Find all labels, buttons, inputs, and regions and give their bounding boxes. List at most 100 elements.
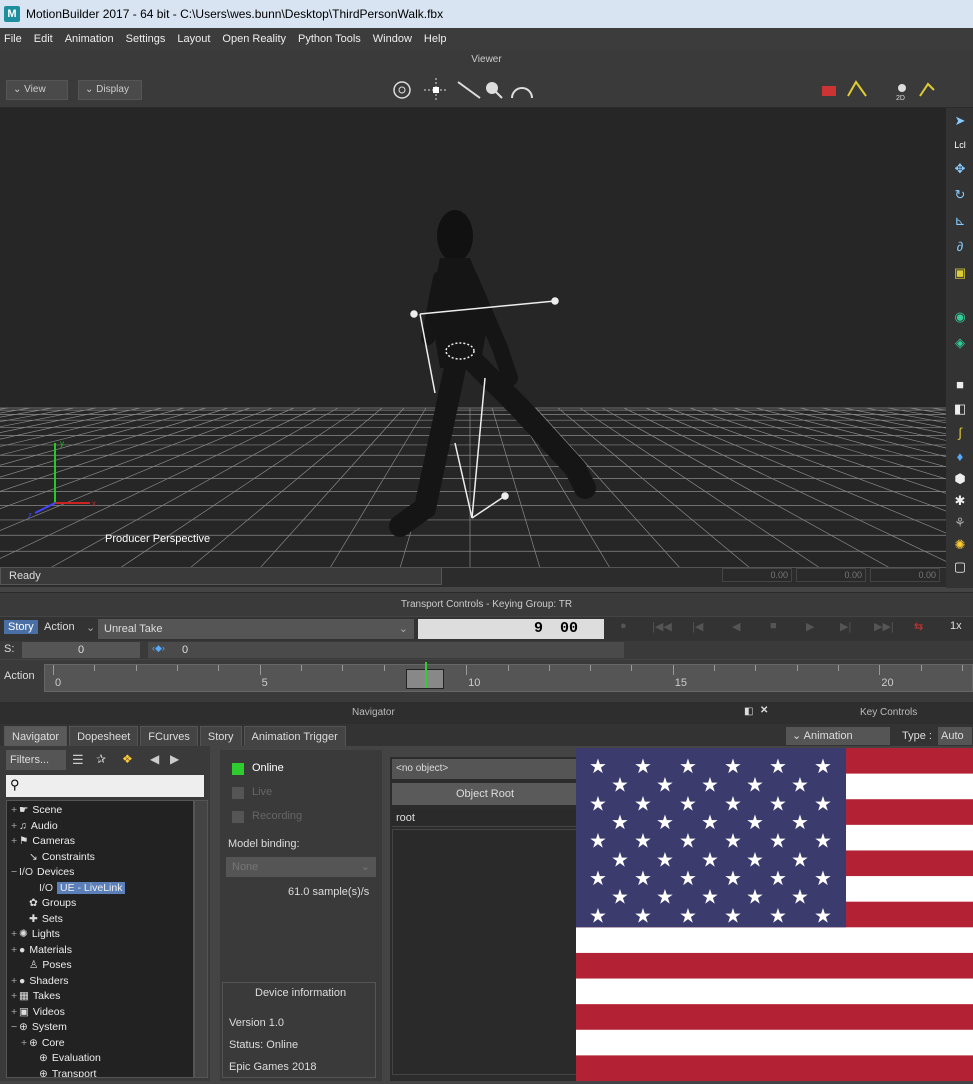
prev-key-icon[interactable]: |◀ [692, 620, 703, 633]
menu-layout[interactable]: Layout [177, 33, 210, 45]
live-checkbox[interactable] [232, 787, 244, 799]
rotate-icon[interactable] [511, 87, 533, 99]
tree-item-takes[interactable]: + ▦ Takes [11, 989, 60, 1004]
tree-item-poses[interactable]: ♙ Poses [21, 958, 72, 973]
scale-icon[interactable]: ⊾ [951, 212, 969, 230]
chevron-down-icon[interactable]: ⌄ [86, 621, 95, 634]
tree-expander[interactable]: + [11, 803, 19, 818]
tab-animation-trigger[interactable]: Animation Trigger [243, 726, 346, 746]
tab-navigator[interactable]: Navigator [4, 726, 68, 746]
take-select[interactable]: Unreal Take ⌄ [98, 619, 414, 639]
joint-icon[interactable]: ✱ [951, 492, 969, 510]
tree-expander[interactable]: + [11, 943, 19, 958]
pan-icon[interactable] [457, 81, 481, 99]
close-icon[interactable]: ✕ [760, 705, 768, 716]
tree-item-devices[interactable]: − I/O Devices [11, 865, 74, 880]
action-tab[interactable]: Action [44, 621, 75, 633]
menu-file[interactable]: File [4, 33, 22, 45]
type-select[interactable]: Auto [938, 727, 972, 745]
globe-icon[interactable]: ◉ [951, 308, 969, 326]
navigator-search-input[interactable]: ⚲ [6, 775, 204, 797]
tree-expander[interactable]: − [11, 1020, 19, 1035]
go-end-icon[interactable]: ▶▶| [874, 620, 894, 633]
viewer-3d-viewport[interactable]: y x z Producer Perspective [0, 108, 946, 568]
spline-icon[interactable]: ∫ [951, 424, 969, 442]
recording-checkbox[interactable] [232, 811, 244, 823]
online-checkbox[interactable] [232, 763, 244, 775]
s-start-field[interactable]: 0 [22, 642, 140, 658]
tab-dopesheet[interactable]: Dopesheet [69, 726, 139, 746]
tree-expander[interactable]: + [11, 927, 19, 942]
root-item[interactable]: root [392, 809, 578, 827]
move-icon[interactable] [424, 78, 448, 102]
cube2-icon[interactable]: ◧ [951, 400, 969, 418]
zoom-icon[interactable] [486, 82, 503, 99]
timeline-ruler[interactable]: 0 5 10 15 20 [44, 662, 973, 692]
view-dropdown[interactable]: ⌄ View [6, 80, 68, 100]
asset-icon[interactable]: ❖ [122, 752, 133, 766]
cube-green-icon[interactable]: ◈ [951, 334, 969, 352]
go-start-icon[interactable]: |◀◀ [652, 620, 672, 633]
animation-dropdown[interactable]: ⌄ Animation [786, 727, 890, 745]
next-key-icon[interactable]: ▶| [840, 620, 851, 633]
tree-expander[interactable]: + [11, 974, 19, 989]
star-icon[interactable]: ✰ [96, 752, 106, 766]
tree-expander[interactable]: + [11, 989, 19, 1004]
tree-expander[interactable]: − [11, 865, 19, 880]
local-label[interactable]: Lcl [951, 136, 969, 154]
cube-icon[interactable]: ■ [951, 376, 969, 394]
2d-mode-icon[interactable] [898, 84, 906, 92]
object-list[interactable] [392, 829, 578, 1075]
tree-expander[interactable]: + [21, 1036, 29, 1051]
scene-tree[interactable]: + ☛ Scene + ♫ Audio + ⚑ Cameras ↘ Constraints − I/O D… [6, 800, 194, 1078]
display-dropdown[interactable]: ⌄ Display [78, 80, 142, 100]
tree-item-materials[interactable]: + ● Materials [11, 943, 72, 958]
keying-icon[interactable]: ▣ [951, 264, 969, 282]
step-back-icon[interactable]: ◀ [732, 620, 740, 633]
rotate-tool-icon[interactable]: ↻ [951, 186, 969, 204]
tab-story[interactable]: Story [199, 726, 242, 746]
path-icon[interactable] [919, 82, 935, 97]
tab-fcurves[interactable]: FCurves [140, 726, 198, 746]
tree-item-audio[interactable]: + ♫ Audio [11, 819, 58, 834]
tree-item-groups[interactable]: ✿ Groups [21, 896, 76, 911]
tree-item-constraints[interactable]: ↘ Constraints [21, 850, 95, 865]
model-binding-select[interactable]: None ⌄ [226, 857, 376, 877]
list-view-icon[interactable]: ☰ [72, 752, 84, 768]
tree-item-shaders[interactable]: + ● Shaders [11, 974, 68, 989]
camera-icon[interactable]: ⚘ [951, 514, 969, 532]
menu-settings[interactable]: Settings [126, 33, 166, 45]
tree-item-sets[interactable]: ✚ Sets [21, 912, 63, 927]
play-icon[interactable]: ▶ [806, 620, 814, 633]
story-tab[interactable]: Story [4, 620, 38, 634]
bone-icon[interactable]: ♦ [951, 448, 969, 466]
loop-icon[interactable]: ⇆ [914, 620, 923, 633]
translate-icon[interactable]: ✥ [951, 160, 969, 178]
menu-animation[interactable]: Animation [65, 33, 114, 45]
pin-icon[interactable]: ◧ [744, 706, 753, 717]
tree-expander[interactable]: + [11, 1005, 19, 1020]
tree-scrollbar[interactable] [194, 800, 208, 1078]
tree-item-cameras[interactable]: + ⚑ Cameras [11, 834, 75, 849]
frame-icon[interactable]: ▢ [951, 558, 969, 576]
menu-window[interactable]: Window [373, 33, 412, 45]
tree-expander[interactable]: + [11, 819, 19, 834]
back-arrow-icon[interactable]: ◀ [150, 752, 159, 766]
menu-open-reality[interactable]: Open Reality [222, 33, 286, 45]
light-icon[interactable]: ✺ [951, 536, 969, 554]
tree-item-transport[interactable]: ⊕ Transport [31, 1067, 96, 1078]
object-root-button[interactable]: Object Root [392, 783, 578, 805]
speed-label[interactable]: 1x [950, 620, 962, 632]
s-end-field[interactable]: 0 [148, 642, 624, 658]
tree-item-evaluation[interactable]: ⊕ Evaluation [31, 1051, 101, 1066]
orbit-icon[interactable] [393, 81, 411, 99]
menu-help[interactable]: Help [424, 33, 447, 45]
filters-button[interactable]: Filters... [6, 750, 66, 770]
forward-arrow-icon[interactable]: ▶ [170, 752, 179, 766]
menu-edit[interactable]: Edit [34, 33, 53, 45]
tree-item-scene[interactable]: + ☛ Scene [11, 803, 62, 818]
curve-icon[interactable] [847, 80, 867, 97]
keyframe-icon[interactable] [822, 86, 836, 96]
tree-item-system[interactable]: − ⊕ System [11, 1020, 67, 1035]
playhead[interactable] [405, 662, 444, 689]
